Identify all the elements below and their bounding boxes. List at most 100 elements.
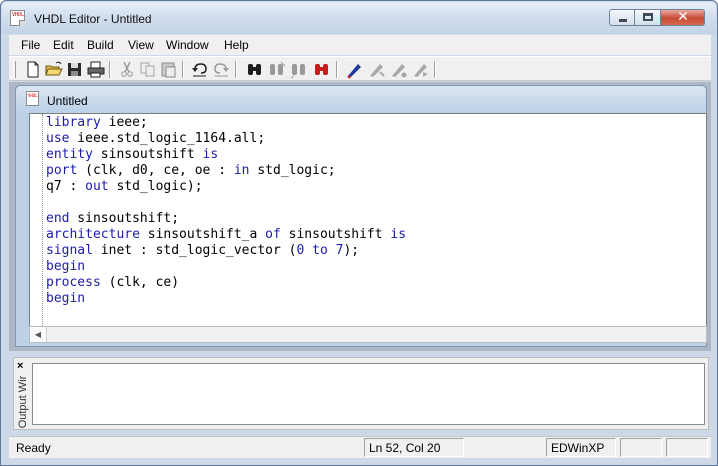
code-keyword: end [46, 211, 70, 226]
toolbar-separator [235, 61, 237, 78]
find-next-button[interactable] [267, 60, 287, 79]
code-line: begin [46, 291, 696, 307]
new-file-button[interactable] [23, 60, 43, 79]
find-button[interactable] [245, 60, 265, 79]
code-token: sinsoutshift [92, 147, 203, 162]
save-icon [68, 63, 81, 76]
menu-window[interactable]: Window [166, 38, 209, 52]
run-button[interactable] [411, 60, 431, 79]
close-icon: ✕ [677, 9, 689, 25]
code-editor[interactable]: library ieee; use ieee.std_logic_1164.all… [29, 113, 707, 327]
menu-help[interactable]: Help [224, 38, 249, 52]
toolbar [9, 56, 711, 81]
code-keyword: is [390, 227, 407, 242]
menu-bar: File Edit Build View Window Help [9, 35, 711, 55]
output-text-area[interactable] [32, 363, 705, 425]
menu-file[interactable]: File [21, 38, 40, 52]
code-line: architecture sinsoutshift_a of sinsoutsh… [46, 227, 696, 243]
code-keyword: to [312, 243, 328, 258]
check-button[interactable] [389, 60, 409, 79]
horizontal-scrollbar[interactable]: ◀ [29, 326, 707, 343]
compile-button[interactable] [367, 60, 387, 79]
undo-button[interactable] [190, 60, 210, 79]
paste-icon [161, 62, 176, 78]
print-button[interactable] [86, 60, 106, 79]
code-keyword: begin [46, 291, 86, 306]
toolbar-separator [109, 61, 111, 78]
code-token: sinsoutshift_a [139, 227, 266, 242]
copy-icon [140, 62, 155, 77]
code-token: (clk, ce) [100, 275, 180, 290]
code-token: sinsoutshift; [69, 211, 180, 226]
code-token: ieee; [100, 115, 148, 130]
code-line: end sinsoutshift; [46, 211, 696, 227]
menu-view[interactable]: View [128, 38, 154, 52]
toolbar-separator [182, 61, 184, 78]
code-line: port (clk, d0, ce, oe : in std_logic; [46, 163, 696, 179]
output-close-button[interactable]: × [17, 360, 23, 372]
build-button[interactable] [345, 60, 365, 79]
close-button[interactable]: ✕ [661, 9, 705, 26]
print-icon [87, 61, 105, 78]
minimize-icon [619, 19, 627, 22]
open-folder-button[interactable] [44, 60, 64, 79]
code-line: use ieee.std_logic_1164.all; [46, 131, 696, 147]
replace-button[interactable] [312, 60, 332, 79]
pen-icon [347, 64, 361, 79]
toolbar-grip[interactable] [13, 61, 16, 78]
save-button[interactable] [65, 60, 85, 79]
replace-icon [315, 64, 328, 75]
code-line: process (clk, ce) [46, 275, 696, 291]
output-window: × Output Wir [13, 357, 709, 430]
code-keyword: signal [46, 243, 93, 258]
app-name: EDWinXP [551, 441, 605, 455]
cut-icon [121, 61, 133, 77]
find-next-icon [270, 61, 286, 75]
code-line: library ieee; [46, 115, 696, 131]
code-keyword: out [85, 179, 109, 194]
status-pane-empty [666, 438, 708, 457]
menu-build[interactable]: Build [87, 38, 114, 52]
maximize-button[interactable] [635, 9, 661, 26]
redo-icon [214, 63, 229, 77]
status-position-pane: Ln 52, Col 20 [364, 438, 464, 457]
toolbar-separator [336, 61, 338, 78]
code-keyword: in [233, 163, 250, 178]
undo-icon [192, 63, 207, 77]
find-prev-button[interactable] [289, 60, 309, 79]
title-bar[interactable]: VHDL VHDL Editor - Untitled ✕ [2, 2, 716, 34]
code-token: sinsoutshift [280, 227, 391, 242]
code-keyword: port [46, 163, 78, 178]
toolbar-separator [434, 61, 436, 78]
binoculars-icon [248, 64, 261, 75]
cut-button[interactable] [117, 60, 137, 79]
menu-edit[interactable]: Edit [53, 38, 74, 52]
document-title-bar[interactable]: VHDL Untitled [16, 86, 706, 112]
window-title: VHDL Editor - Untitled [34, 12, 152, 26]
editor-gutter [30, 114, 43, 326]
code-keyword: is [202, 147, 219, 162]
app-window: VHDL VHDL Editor - Untitled ✕ File Edit … [0, 0, 718, 466]
code-keyword: library [46, 115, 101, 130]
code-text[interactable]: library ieee; use ieee.std_logic_1164.all… [46, 115, 696, 307]
code-token: std_logic; [249, 163, 336, 178]
code-token: q7 : [46, 179, 86, 194]
status-pane-empty [620, 438, 662, 457]
redo-button[interactable] [211, 60, 231, 79]
scroll-left-button[interactable]: ◀ [30, 327, 47, 342]
status-app-pane: EDWinXP [546, 438, 616, 457]
paste-button[interactable] [159, 60, 179, 79]
cursor-position: Ln 52, Col 20 [369, 441, 441, 455]
vhdl-document-icon: VHDL [10, 10, 25, 26]
code-token: std_logic); [108, 179, 203, 194]
run-icon [414, 64, 428, 77]
copy-button[interactable] [138, 60, 158, 79]
minimize-button[interactable] [609, 9, 635, 26]
code-keyword: process [46, 275, 101, 290]
code-line: entity sinsoutshift is [46, 147, 696, 163]
maximize-icon [643, 13, 653, 21]
code-line: signal inet : std_logic_vector (0 to 7); [46, 243, 696, 259]
vhdl-document-icon: VHDL [26, 91, 39, 106]
